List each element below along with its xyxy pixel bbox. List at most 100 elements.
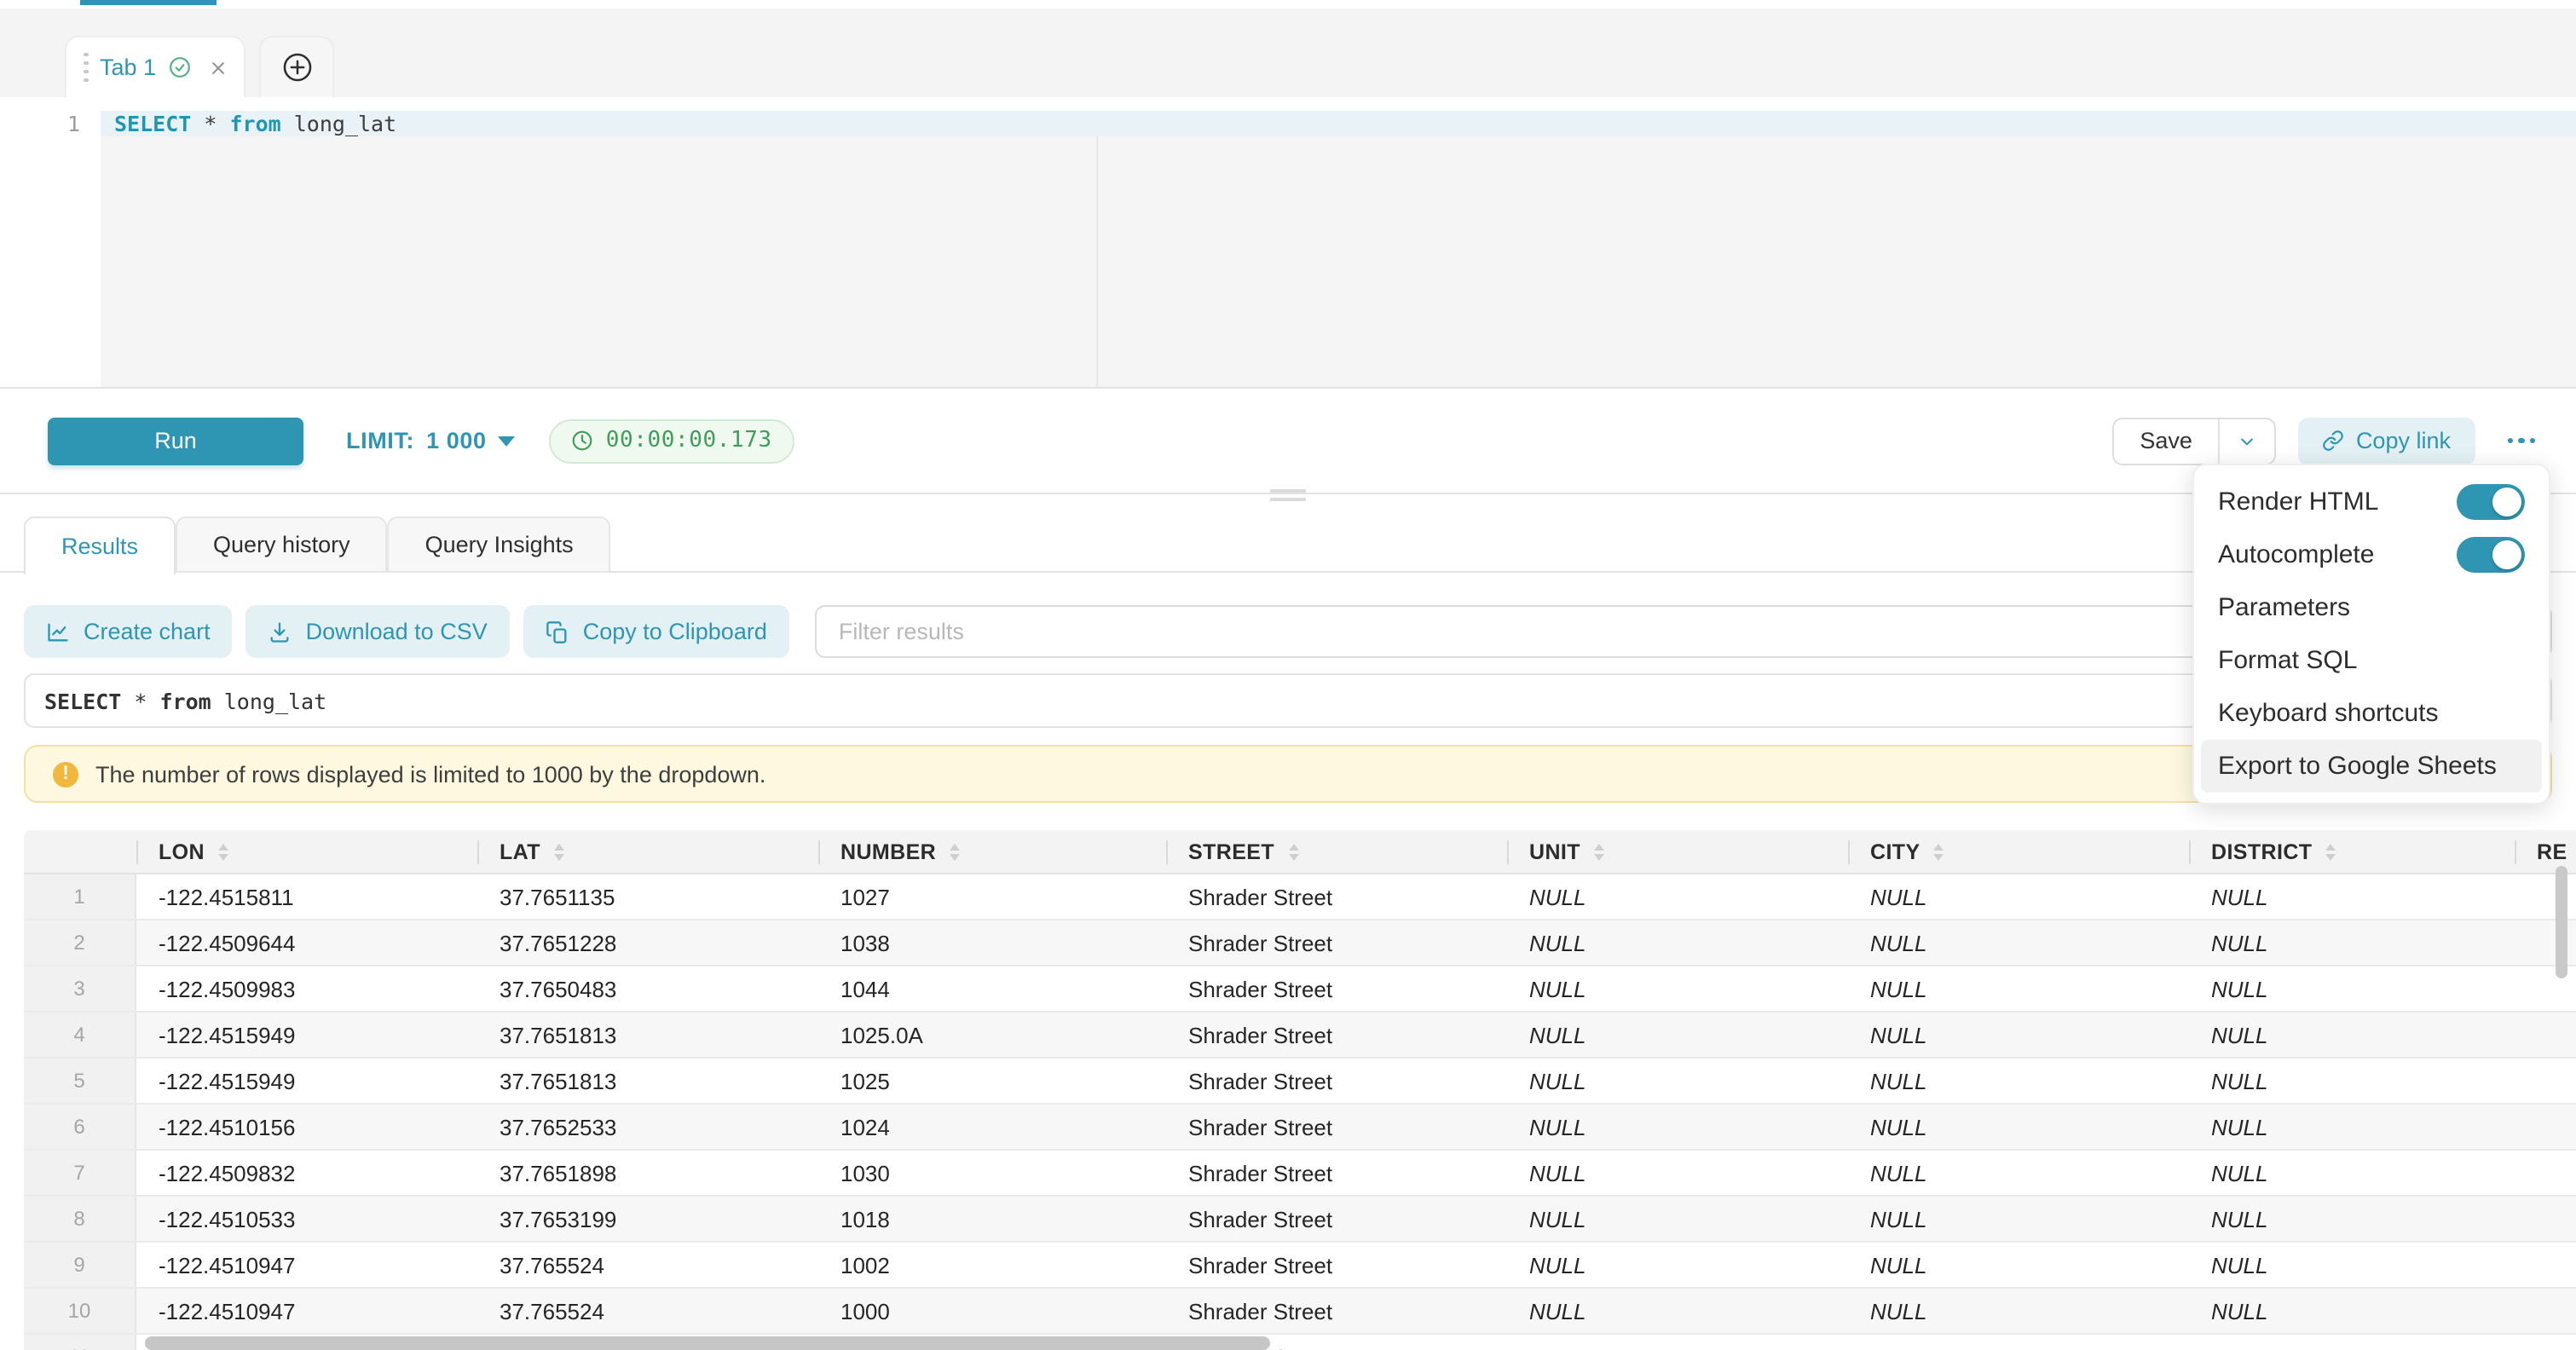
table-cell: NULL [1848, 966, 2189, 1011]
table-cell: NULL [1507, 1059, 1848, 1103]
save-button[interactable]: Save [2114, 418, 2218, 463]
download-icon [269, 620, 292, 643]
copy-clipboard-button[interactable]: Copy to Clipboard [523, 605, 789, 658]
menu-item-label: Render HTML [2218, 488, 2378, 516]
warning-icon: ! [53, 761, 78, 787]
column-label: LON [159, 839, 205, 863]
column-label: UNIT [1529, 839, 1580, 863]
sort-icon[interactable] [218, 843, 228, 860]
table-cell [2515, 1059, 2576, 1103]
limit-dropdown[interactable]: LIMIT: 1 000 [346, 428, 516, 453]
download-csv-button[interactable]: Download to CSV [246, 605, 510, 658]
table-cell: 1024 [818, 1105, 1166, 1149]
table-cell: 1002 [818, 1243, 1166, 1287]
sql-code-line[interactable]: SELECT * from long_lat [114, 111, 396, 136]
menu-item-render-html[interactable]: Render HTML [2194, 476, 2549, 528]
run-button[interactable]: Run [48, 417, 303, 464]
menu-item-export-google-sheets[interactable]: Export to Google Sheets [2201, 740, 2542, 793]
table-cell: NULL [2189, 966, 2515, 1011]
column-label: RE [2537, 839, 2567, 863]
sort-icon[interactable] [554, 843, 564, 860]
drag-handle-icon[interactable] [84, 53, 88, 83]
table-cell: Shrader Street [1166, 1243, 1507, 1287]
sql-text: * [191, 111, 229, 136]
menu-item-keyboard-shortcuts[interactable]: Keyboard shortcuts [2194, 687, 2549, 740]
table-cell: 37.7653199 [477, 1197, 818, 1241]
column-header-district[interactable]: DISTRICT [2189, 830, 2515, 873]
sort-icon[interactable] [950, 843, 960, 860]
table-cell: 1000 [818, 1289, 1166, 1333]
table-cell: 37.765524 [477, 1289, 818, 1333]
create-chart-button[interactable]: Create chart [24, 605, 233, 658]
table-cell: NULL [1507, 920, 1848, 965]
tab-query-insights[interactable]: Query Insights [388, 516, 611, 573]
menu-item-label: Parameters [2218, 593, 2350, 622]
column-header-re[interactable]: RE [2515, 830, 2576, 873]
table-cell: Shrader Street [1166, 1151, 1507, 1195]
column-header-number[interactable]: NUMBER [818, 830, 1166, 873]
table-cell: -122.4510156 [136, 1105, 477, 1149]
column-label: LAT [500, 839, 540, 863]
horizontal-scrollbar[interactable] [145, 1336, 1270, 1350]
create-chart-label: Create chart [84, 619, 211, 644]
editor-tab-active[interactable]: Tab 1 [65, 36, 245, 97]
column-label: CITY [1870, 839, 1920, 863]
table-cell: 1025.0A [818, 1012, 1166, 1057]
close-icon[interactable] [209, 59, 226, 76]
menu-item-autocomplete[interactable]: Autocomplete [2194, 528, 2549, 581]
editor-print-margin [1096, 136, 1098, 387]
tab-results[interactable]: Results [24, 516, 176, 574]
table-cell [2515, 1151, 2576, 1195]
limit-value: 1 000 [426, 428, 487, 453]
table-cell: -122.4510947 [136, 1243, 477, 1287]
table-cell: -122.4510533 [136, 1197, 477, 1241]
table-cell: Shrader Street [1166, 920, 1507, 965]
column-header-lat[interactable]: LAT [477, 830, 818, 873]
clock-icon [572, 430, 594, 452]
column-header-city[interactable]: CITY [1848, 830, 2189, 873]
sort-icon[interactable] [1288, 843, 1298, 860]
more-options-button[interactable] [2504, 428, 2538, 454]
autocomplete-toggle[interactable] [2457, 537, 2525, 573]
table-cell: NULL [1848, 1059, 2189, 1103]
sql-editor[interactable]: 1 SELECT * from long_lat [0, 97, 2576, 387]
table-cell: Shrader Street [1166, 966, 1507, 1011]
copy-icon [546, 620, 569, 643]
tab-query-history[interactable]: Query history [176, 516, 388, 573]
table-cell: NULL [2189, 1197, 2515, 1241]
sort-icon[interactable] [2326, 843, 2336, 860]
table-cell: 37.7651813 [477, 1059, 818, 1103]
table-cell: 1027 [818, 874, 1166, 919]
table-cell: NULL [1507, 1243, 1848, 1287]
copy-link-button[interactable]: Copy link [2298, 417, 2475, 464]
pane-resize-handle[interactable] [1270, 489, 1306, 506]
render-html-toggle[interactable] [2457, 484, 2525, 520]
table-row: 1-122.451581137.76511351027Shrader Stree… [24, 874, 2576, 920]
overflow-menu: Render HTML Autocomplete Parameters Form… [2192, 464, 2550, 805]
editor-background[interactable] [101, 136, 2576, 387]
table-cell: NULL [1507, 1289, 1848, 1333]
column-header-unit[interactable]: UNIT [1507, 830, 1848, 873]
add-tab-button[interactable] [259, 36, 334, 97]
save-options-button[interactable] [2220, 418, 2274, 463]
table-cell: Shrader Street [1166, 1289, 1507, 1333]
menu-item-parameters[interactable]: Parameters [2194, 581, 2549, 634]
table-cell: NULL [1848, 1197, 2189, 1241]
copy-link-label: Copy link [2356, 428, 2451, 453]
table-cell: NULL [1848, 874, 2189, 919]
vertical-scrollbar[interactable] [2556, 866, 2567, 978]
sort-icon[interactable] [1594, 843, 1604, 860]
editor-tab-strip: Tab 1 [0, 9, 2576, 97]
table-cell: 1030 [818, 1151, 1166, 1195]
sort-icon[interactable] [1934, 843, 1944, 860]
menu-item-format-sql[interactable]: Format SQL [2194, 634, 2549, 687]
table-cell: NULL [1848, 920, 2189, 965]
table-row: 4-122.451594937.76518131025.0AShrader St… [24, 1012, 2576, 1059]
table-cell: NULL [1848, 1289, 2189, 1333]
column-header-lon[interactable]: LON [136, 830, 477, 873]
warning-text: The number of rows displayed is limited … [95, 761, 765, 787]
table-cell: NULL [2189, 1243, 2515, 1287]
table-header-row: LON LAT NUMBERSTREET UNIT CITY DISTRICT RE [24, 830, 2576, 874]
column-header-street[interactable]: STREET [1166, 830, 1507, 873]
run-toolbar: Run LIMIT: 1 000 00:00:00.173 Save Copy … [0, 387, 2576, 494]
